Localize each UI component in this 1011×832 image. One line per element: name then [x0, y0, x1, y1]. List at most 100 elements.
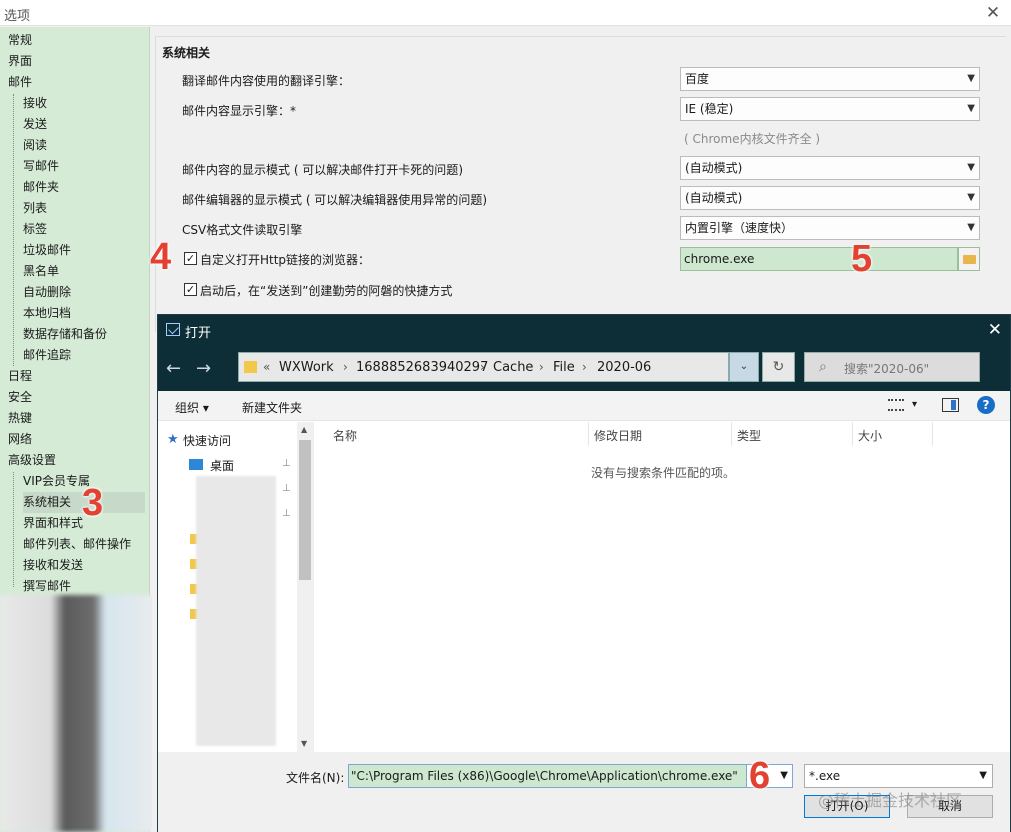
col-type[interactable]: 类型	[737, 427, 761, 444]
new-folder-button[interactable]: 新建文件夹	[242, 399, 302, 416]
watermark: @稀土掘金技术社区	[818, 791, 963, 810]
crumb-separator: ›	[343, 360, 348, 374]
refresh-icon[interactable]: ↻	[762, 352, 795, 382]
crumb-separator: ›	[582, 360, 587, 374]
crumb-wxwork[interactable]: WXWork	[279, 360, 334, 375]
nav-item-tags[interactable]: 标签	[23, 219, 47, 240]
nav-item-advanced[interactable]: 高级设置	[8, 450, 56, 471]
scroll-down-icon[interactable]: ▼	[301, 739, 307, 748]
sendto-checkbox[interactable]: ✓	[184, 283, 197, 296]
nav-item-folders[interactable]: 邮件夹	[23, 177, 59, 198]
crumb-separator: ›	[539, 360, 544, 374]
search-input[interactable]: ⌕ 搜索"2020-06"	[804, 352, 980, 382]
display-mode-value: (自动模式)	[685, 161, 743, 175]
close-icon[interactable]: ✕	[981, 2, 1005, 24]
nav-item-mail-list-ops[interactable]: 邮件列表、邮件操作	[23, 534, 131, 555]
tree-quick-access[interactable]: 快速访问	[183, 432, 231, 449]
translate-engine-select[interactable]: 百度 ▼	[680, 67, 980, 91]
editor-mode-value: (自动模式)	[685, 191, 743, 205]
step-badge-5: 5	[851, 238, 873, 280]
csv-engine-label: CSV格式文件读取引擎	[182, 223, 303, 237]
nav-item-appearance[interactable]: 界面和样式	[23, 513, 83, 534]
dialog-navbar: ← → « WXWork › 1688852683940297 › Cache …	[158, 346, 1010, 391]
scroll-up-icon[interactable]: ▲	[301, 425, 307, 434]
nav-item-send[interactable]: 发送	[23, 114, 47, 135]
view-icon[interactable]	[888, 399, 904, 411]
nav-item-mail[interactable]: 邮件	[8, 72, 32, 93]
tree-line	[13, 472, 14, 587]
nav-item-local-archive[interactable]: 本地归档	[23, 303, 71, 324]
crumb-2020-06[interactable]: 2020-06	[597, 360, 651, 375]
nav-item-write-mail[interactable]: 撰写邮件	[23, 576, 71, 597]
blurred-region	[0, 595, 170, 832]
col-size[interactable]: 大小	[858, 427, 882, 444]
crumb-separator: ›	[480, 360, 485, 374]
chevron-down-icon: ▼	[967, 103, 975, 114]
nav-item-blacklist[interactable]: 黑名单	[23, 261, 59, 282]
crumb-file[interactable]: File	[553, 360, 575, 375]
crumb-id[interactable]: 1688852683940297	[356, 360, 488, 375]
nav-item-compose[interactable]: 写邮件	[23, 156, 59, 177]
sendto-label: 启动后，在“发送到”创建勤劳的阿磐的快捷方式	[200, 284, 453, 298]
dialog-title: 打开	[185, 326, 212, 341]
col-divider[interactable]	[588, 422, 589, 446]
pane-icon[interactable]	[942, 398, 959, 412]
open-dialog: 打开 ✕ ← → « WXWork › 1688852683940297 › C…	[157, 314, 1011, 832]
nav-item-storage-backup[interactable]: 数据存储和备份	[23, 324, 107, 345]
translate-engine-label: 翻译邮件内容使用的翻译引擎：	[182, 74, 351, 88]
nav-item-auto-delete[interactable]: 自动删除	[23, 282, 71, 303]
path-overflow[interactable]: «	[263, 360, 270, 374]
render-engine-select[interactable]: IE (稳定) ▼	[680, 97, 980, 121]
nav-item-read[interactable]: 阅读	[23, 135, 47, 156]
tree-scrollbar[interactable]: ▲ ▼	[297, 422, 314, 752]
nav-item-receive[interactable]: 接收	[23, 93, 47, 114]
help-icon[interactable]: ?	[977, 396, 995, 414]
address-bar[interactable]: « WXWork › 1688852683940297 › Cache › Fi…	[238, 352, 729, 382]
nav-item-receive-send[interactable]: 接收和发送	[23, 555, 83, 576]
browse-folder-button[interactable]	[958, 247, 980, 271]
empty-message: 没有与搜索条件匹配的项。	[591, 466, 736, 480]
csv-engine-select[interactable]: 内置引擎（速度快） ▼	[680, 216, 980, 240]
col-modified[interactable]: 修改日期	[594, 427, 642, 444]
search-placeholder: 搜索"2020-06"	[844, 362, 930, 376]
custom-browser-checkbox[interactable]: ✓	[184, 252, 197, 265]
filetype-select[interactable]: *.exe ▼	[804, 764, 993, 788]
filename-input[interactable]: "C:\Program Files (x86)\Google\Chrome\Ap…	[348, 764, 747, 788]
nav-item-list[interactable]: 列表	[23, 198, 47, 219]
dialog-toolbar: 组织 ▾ 新建文件夹 ▾ ?	[158, 391, 1010, 421]
nav-item-network[interactable]: 网络	[8, 429, 32, 450]
nav-item-calendar[interactable]: 日程	[8, 366, 32, 387]
forward-arrow-icon[interactable]: →	[196, 358, 211, 379]
close-icon[interactable]: ✕	[988, 320, 1002, 340]
nav-item-vip[interactable]: VIP会员专属	[23, 471, 90, 492]
render-engine-hint: ( Chrome内核文件齐全 )	[684, 132, 821, 146]
view-dropdown[interactable]: ▾	[912, 399, 917, 410]
organize-button[interactable]: 组织 ▾	[175, 399, 209, 416]
nav-item-mail-tracking[interactable]: 邮件追踪	[23, 345, 71, 366]
file-list-header: 名称 修改日期 类型 大小	[315, 422, 1009, 446]
scroll-thumb[interactable]	[299, 440, 311, 580]
crumb-cache[interactable]: Cache	[493, 360, 533, 375]
col-divider[interactable]	[932, 422, 933, 446]
folder-icon	[244, 361, 257, 373]
chevron-down-icon: ▼	[967, 73, 975, 84]
step-badge-3: 3	[82, 482, 104, 524]
nav-item-hotkeys[interactable]: 热键	[8, 408, 32, 429]
csv-engine-value: 内置引擎（速度快）	[685, 221, 794, 235]
editor-mode-select[interactable]: (自动模式) ▼	[680, 186, 980, 210]
custom-browser-label: 自定义打开Http链接的浏览器：	[200, 253, 371, 267]
col-name[interactable]: 名称	[333, 427, 357, 444]
col-divider[interactable]	[731, 422, 732, 446]
tree-desktop[interactable]: 桌面	[210, 457, 234, 474]
custom-browser-path[interactable]: chrome.exe	[680, 247, 958, 271]
nav-item-interface[interactable]: 界面	[8, 51, 32, 72]
back-arrow-icon[interactable]: ←	[166, 358, 181, 379]
address-dropdown[interactable]: ⌄	[729, 352, 759, 382]
nav-item-spam[interactable]: 垃圾邮件	[23, 240, 71, 261]
nav-item-security[interactable]: 安全	[8, 387, 32, 408]
display-mode-select[interactable]: (自动模式) ▼	[680, 156, 980, 180]
col-divider[interactable]	[852, 422, 853, 446]
editor-mode-label: 邮件编辑器的显示模式 ( 可以解决编辑器使用异常的问题)	[182, 193, 487, 207]
window-title: 选项	[4, 9, 31, 24]
nav-item-general[interactable]: 常规	[8, 30, 32, 51]
